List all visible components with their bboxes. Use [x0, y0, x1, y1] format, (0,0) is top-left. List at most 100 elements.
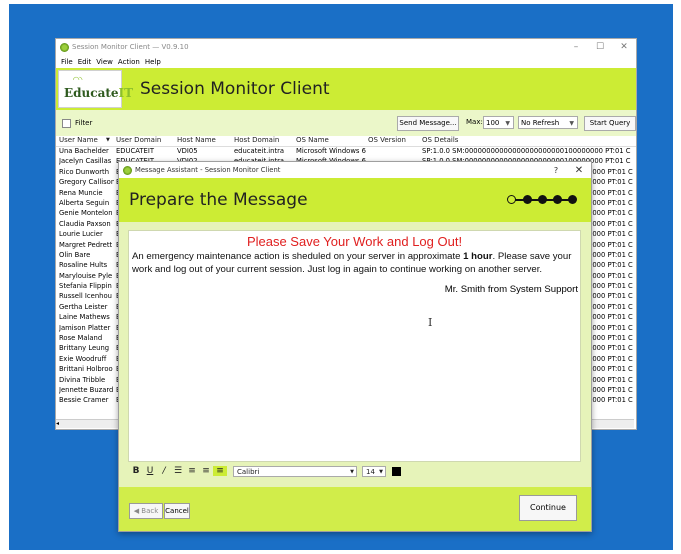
- step-3: [538, 195, 547, 204]
- filter-checkbox[interactable]: [62, 118, 71, 128]
- cell-os-details: 0000 PT:01 C: [588, 396, 633, 405]
- cell-os-details: 0000 PT:01 C: [588, 209, 633, 218]
- align-center-icon[interactable]: ≡: [199, 466, 213, 476]
- message-body: An emergency maintenance action is shedu…: [129, 250, 580, 276]
- menu-file[interactable]: File: [61, 58, 73, 66]
- chevron-down-icon: ▼: [350, 468, 354, 475]
- cell-os-details: 0000 PT:01 C: [588, 250, 633, 259]
- send-message-button[interactable]: Send Message...: [397, 116, 459, 131]
- maximize-icon[interactable]: ☐: [588, 42, 612, 52]
- cell-user-name: Rose Maland: [59, 334, 103, 343]
- cell-user-name: Divina Tribble: [59, 375, 106, 384]
- chevron-down-icon: ▼: [505, 120, 510, 127]
- menu-action[interactable]: Action: [118, 58, 140, 66]
- chevron-down-icon: ▼: [379, 468, 383, 475]
- cell-os-details: 0000 PT:01 C: [588, 302, 633, 311]
- step-5: [568, 195, 577, 204]
- menu-help[interactable]: Help: [145, 58, 161, 66]
- text-color-swatch[interactable]: [392, 466, 401, 476]
- dialog-footer: ◀ Back Cancel Continue: [119, 487, 591, 531]
- step-1-current: [507, 195, 516, 204]
- message-text-bold: 1 hour: [463, 251, 493, 262]
- font-select[interactable]: Calibri ▼: [233, 465, 357, 477]
- cell-os-details: 0000 PT:01 C: [588, 344, 633, 353]
- educateit-logo: ◜◝◝ EducateIT: [58, 70, 133, 108]
- message-editor[interactable]: Please Save Your Work and Log Out! An em…: [128, 230, 581, 462]
- toolbar: Filter Send Message... Max: 100 ▼ No Refr…: [56, 110, 636, 136]
- cell-user-name: Rosaline Hults: [59, 261, 108, 270]
- underline-icon[interactable]: U: [143, 466, 157, 476]
- close-icon[interactable]: ✕: [612, 42, 636, 52]
- message-signature: Mr. Smith from System Support: [444, 284, 578, 295]
- font-name: Calibri: [237, 467, 260, 476]
- bold-icon[interactable]: B: [129, 466, 143, 476]
- cell-user-name: Brittany Leung: [59, 344, 110, 353]
- window-title: Session Monitor Client — V0.9.10: [72, 43, 189, 51]
- dialog-titlebar: Message Assistant - Session Monitor Clie…: [119, 162, 591, 178]
- cell-user-name: Olin Bare: [59, 250, 91, 259]
- max-label: Max:: [466, 118, 483, 126]
- col-host-domain[interactable]: Host Domain: [234, 136, 279, 144]
- cell-user-name: Marylouise Pyle: [59, 271, 113, 280]
- cell-user-name: Una Bachelder: [59, 147, 109, 155]
- menu-bar: File Edit View Action Help: [56, 55, 636, 68]
- max-select[interactable]: 100 ▼: [483, 116, 514, 129]
- refresh-value: No Refresh: [521, 119, 560, 127]
- step-4: [553, 195, 562, 204]
- cell-user-name: Claudia Paxson: [59, 219, 111, 228]
- cell-os-details: 0000 PT:01 C: [588, 282, 633, 291]
- logo-arc-icon: ◜◝◝: [73, 75, 83, 84]
- col-os-details[interactable]: OS Details: [422, 136, 458, 144]
- continue-button[interactable]: Continue: [519, 495, 577, 521]
- cell-os-details: 0000 PT:01 C: [588, 375, 633, 384]
- cell-host-name: VDI05: [177, 147, 198, 155]
- cell-user-name: Laine Mathews: [59, 313, 110, 322]
- col-user-name[interactable]: User Name: [59, 136, 98, 144]
- cancel-button[interactable]: Cancel: [164, 503, 190, 519]
- menu-view[interactable]: View: [96, 58, 113, 66]
- max-value: 100: [486, 119, 500, 127]
- cell-user-name: Genie Montelon: [59, 209, 113, 218]
- format-toolbar: B U / ☰ ≡ ≡ ≡ Calibri ▼ 14 ▼: [129, 463, 584, 479]
- cell-os-details: 0000 PT:01 C: [588, 178, 633, 187]
- message-headline: Please Save Your Work and Log Out!: [246, 234, 463, 249]
- step-2: [523, 195, 532, 204]
- col-user-domain[interactable]: User Domain: [116, 136, 161, 144]
- cell-user-name: Bessie Cramer: [59, 396, 109, 405]
- font-size-select[interactable]: 14 ▼: [362, 465, 386, 477]
- cell-user-name: Gertha Leister: [59, 302, 108, 311]
- logo-text-b: IT: [118, 86, 134, 100]
- cell-user-name: Gregory Callison: [59, 178, 114, 187]
- message-assistant-dialog: Message Assistant - Session Monitor Clie…: [118, 161, 592, 532]
- app-icon: [123, 165, 132, 175]
- dialog-close-icon[interactable]: ✕: [567, 165, 591, 176]
- cell-os-details: 0000 PT:01 C: [588, 271, 633, 280]
- wizard-progress: [507, 194, 577, 206]
- col-os-name[interactable]: OS Name: [296, 136, 329, 144]
- col-host-name[interactable]: Host Name: [177, 136, 216, 144]
- minimize-icon[interactable]: –: [564, 42, 588, 52]
- bullet-list-icon[interactable]: ☰: [171, 466, 185, 476]
- cell-os-details: 0000 PT:01 C: [588, 167, 633, 176]
- cell-user-name: Exie Woodruff: [59, 354, 107, 363]
- align-left-icon[interactable]: ≡: [185, 466, 199, 476]
- main-titlebar: Session Monitor Client — V0.9.10 – ☐ ✕: [56, 39, 636, 55]
- help-icon[interactable]: ?: [545, 166, 567, 175]
- italic-icon[interactable]: /: [157, 466, 171, 476]
- app-icon: [60, 42, 69, 52]
- cell-os-details: SP:1.0.0 SM:0000000000000000000000010000…: [422, 147, 631, 155]
- start-query-button[interactable]: Start Query: [584, 116, 636, 131]
- menu-edit[interactable]: Edit: [78, 58, 92, 66]
- cell-user-name: Lourie Lucier: [59, 230, 103, 239]
- table-row[interactable]: Una Bachelder EDUCATEIT VDI05 educateit.int…: [56, 147, 636, 157]
- refresh-select[interactable]: No Refresh ▼: [518, 116, 578, 129]
- dialog-title: Message Assistant - Session Monitor Clie…: [135, 166, 281, 174]
- cell-os-details: 0000 PT:01 C: [588, 365, 633, 374]
- col-os-version[interactable]: OS Version: [368, 136, 406, 144]
- back-button[interactable]: ◀ Back: [129, 503, 163, 519]
- cell-os-details: 0000 PT:01 C: [588, 261, 633, 270]
- cell-os-details: 0000 PT:01 C: [588, 313, 633, 322]
- cell-os-details: 0000 PT:01 C: [588, 292, 633, 301]
- text-cursor-icon: I: [428, 316, 433, 329]
- align-right-icon[interactable]: ≡: [213, 466, 227, 476]
